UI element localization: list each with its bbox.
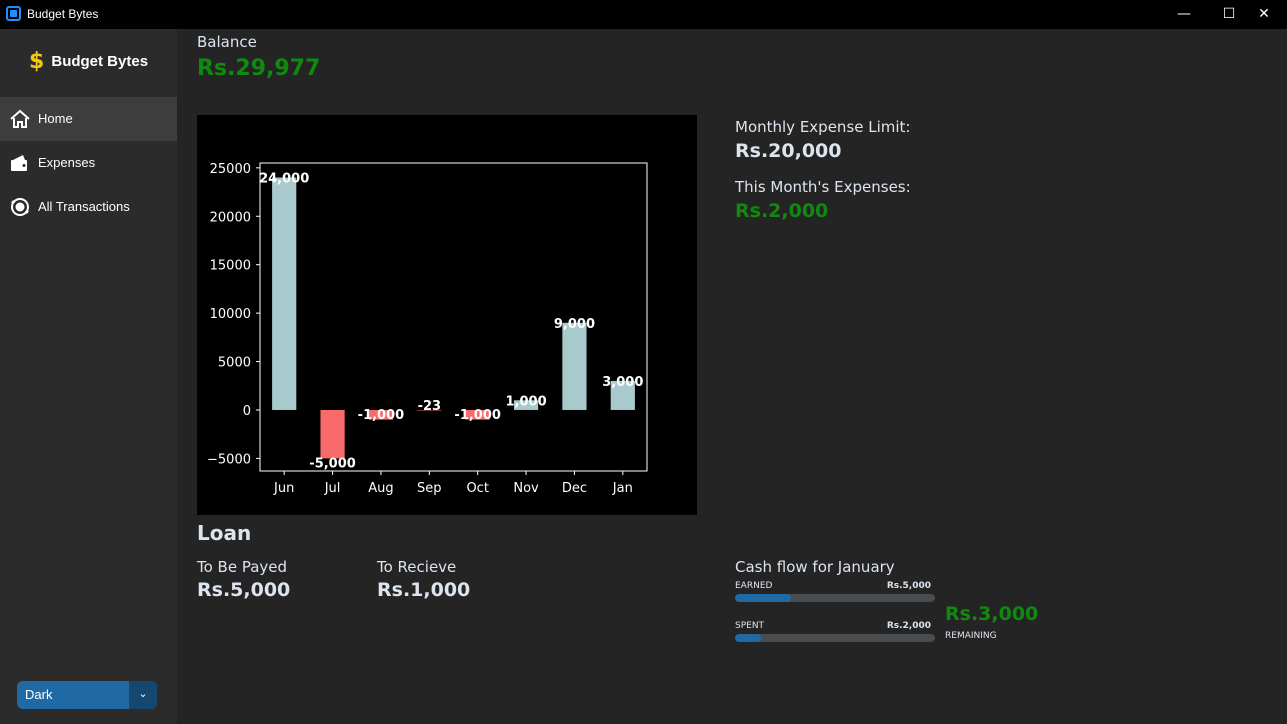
to-recieve-value: Rs.1,000: [377, 579, 471, 601]
x-tick-label: Jun: [273, 481, 294, 496]
expense-limit-value: Rs.20,000: [735, 140, 842, 162]
window-titlebar: Budget Bytes — ☐ ✕: [0, 0, 1287, 29]
y-tick-label: 15000: [210, 259, 251, 274]
close-button[interactable]: ✕: [1241, 0, 1287, 29]
sidebar: $ Budget Bytes Home Expenses All Transac…: [0, 29, 177, 724]
bar-chart: −5000 0 5000 10000 15000 20000 25000 Jun Jul Aug S…: [207, 162, 648, 496]
x-tick-label: Jan: [612, 481, 633, 496]
data-label: 9,000: [554, 317, 595, 332]
data-label: -1,000: [358, 408, 405, 423]
x-tick-label: Nov: [513, 481, 539, 496]
y-tick-label: 5000: [218, 356, 251, 371]
app-icon: [6, 6, 21, 21]
sidebar-item-label: Home: [38, 111, 73, 126]
earned-progress: [735, 594, 935, 602]
y-tick-label: 0: [243, 404, 251, 419]
earned-value: Rs.5,000: [886, 581, 931, 591]
data-label: 3,000: [602, 375, 643, 390]
minimize-button[interactable]: —: [1161, 0, 1207, 29]
theme-dropdown[interactable]: Dark ⌄: [17, 681, 157, 709]
month-expenses-value: Rs.2,000: [735, 200, 829, 222]
earned-progress-fill: [735, 594, 791, 602]
x-tick-label: Oct: [466, 481, 488, 496]
spent-progress-fill: [735, 634, 761, 642]
to-be-payed-label: To Be Payed: [197, 558, 288, 576]
wallet-icon: [11, 155, 27, 171]
monthly-chart: −5000 0 5000 10000 15000 20000 25000 Jun Jul Aug S…: [197, 115, 697, 515]
balance-label: Balance: [197, 33, 257, 51]
data-label: -5,000: [309, 456, 356, 471]
sidebar-item-all-transactions[interactable]: All Transactions: [0, 185, 177, 229]
theme-value: Dark: [25, 687, 53, 702]
remaining-value: Rs.3,000: [945, 603, 1039, 625]
sidebar-item-label: Expenses: [38, 155, 96, 170]
transactions-icon: [11, 198, 29, 216]
data-label: -23: [418, 399, 442, 414]
remaining-label: REMAINING: [945, 631, 997, 641]
month-expenses-label: This Month's Expenses:: [735, 178, 911, 196]
sidebar-item-label: All Transactions: [38, 199, 130, 214]
y-tick-label: 25000: [210, 162, 251, 177]
bar-dec: [562, 322, 587, 410]
data-label: 1,000: [506, 394, 547, 409]
to-recieve-label: To Recieve: [377, 558, 457, 576]
spent-value: Rs.2,000: [886, 621, 931, 631]
chevron-down-icon[interactable]: ⌄: [129, 681, 157, 709]
window-title: Budget Bytes: [27, 7, 99, 21]
earned-label: EARNED: [735, 581, 773, 591]
expense-limit-label: Monthly Expense Limit:: [735, 118, 911, 136]
to-be-payed-value: Rs.5,000: [197, 579, 291, 601]
dollar-icon: $: [28, 49, 45, 74]
y-tick-label: 10000: [210, 307, 251, 322]
y-tick-label: −5000: [207, 452, 251, 467]
data-label: -1,000: [454, 408, 501, 423]
spent-progress: [735, 634, 935, 642]
balance-value: Rs.29,977: [197, 56, 321, 81]
x-tick-label: Aug: [368, 481, 393, 496]
sidebar-item-home[interactable]: Home: [0, 97, 177, 141]
loan-title: Loan: [197, 521, 252, 545]
x-tick-label: Sep: [417, 481, 442, 496]
y-tick-label: 20000: [210, 210, 251, 225]
cashflow-title: Cash flow for January: [735, 558, 895, 576]
brand: $ Budget Bytes: [0, 49, 177, 79]
spent-label: SPENT: [735, 621, 765, 631]
data-label: 24,000: [259, 172, 309, 187]
sidebar-item-expenses[interactable]: Expenses: [0, 141, 177, 185]
home-icon: [10, 109, 30, 128]
brand-label: Budget Bytes: [51, 53, 149, 70]
bar-jun: [272, 177, 297, 410]
x-tick-label: Jul: [324, 481, 341, 496]
x-tick-label: Dec: [562, 481, 587, 496]
bar-jul: [320, 409, 345, 459]
